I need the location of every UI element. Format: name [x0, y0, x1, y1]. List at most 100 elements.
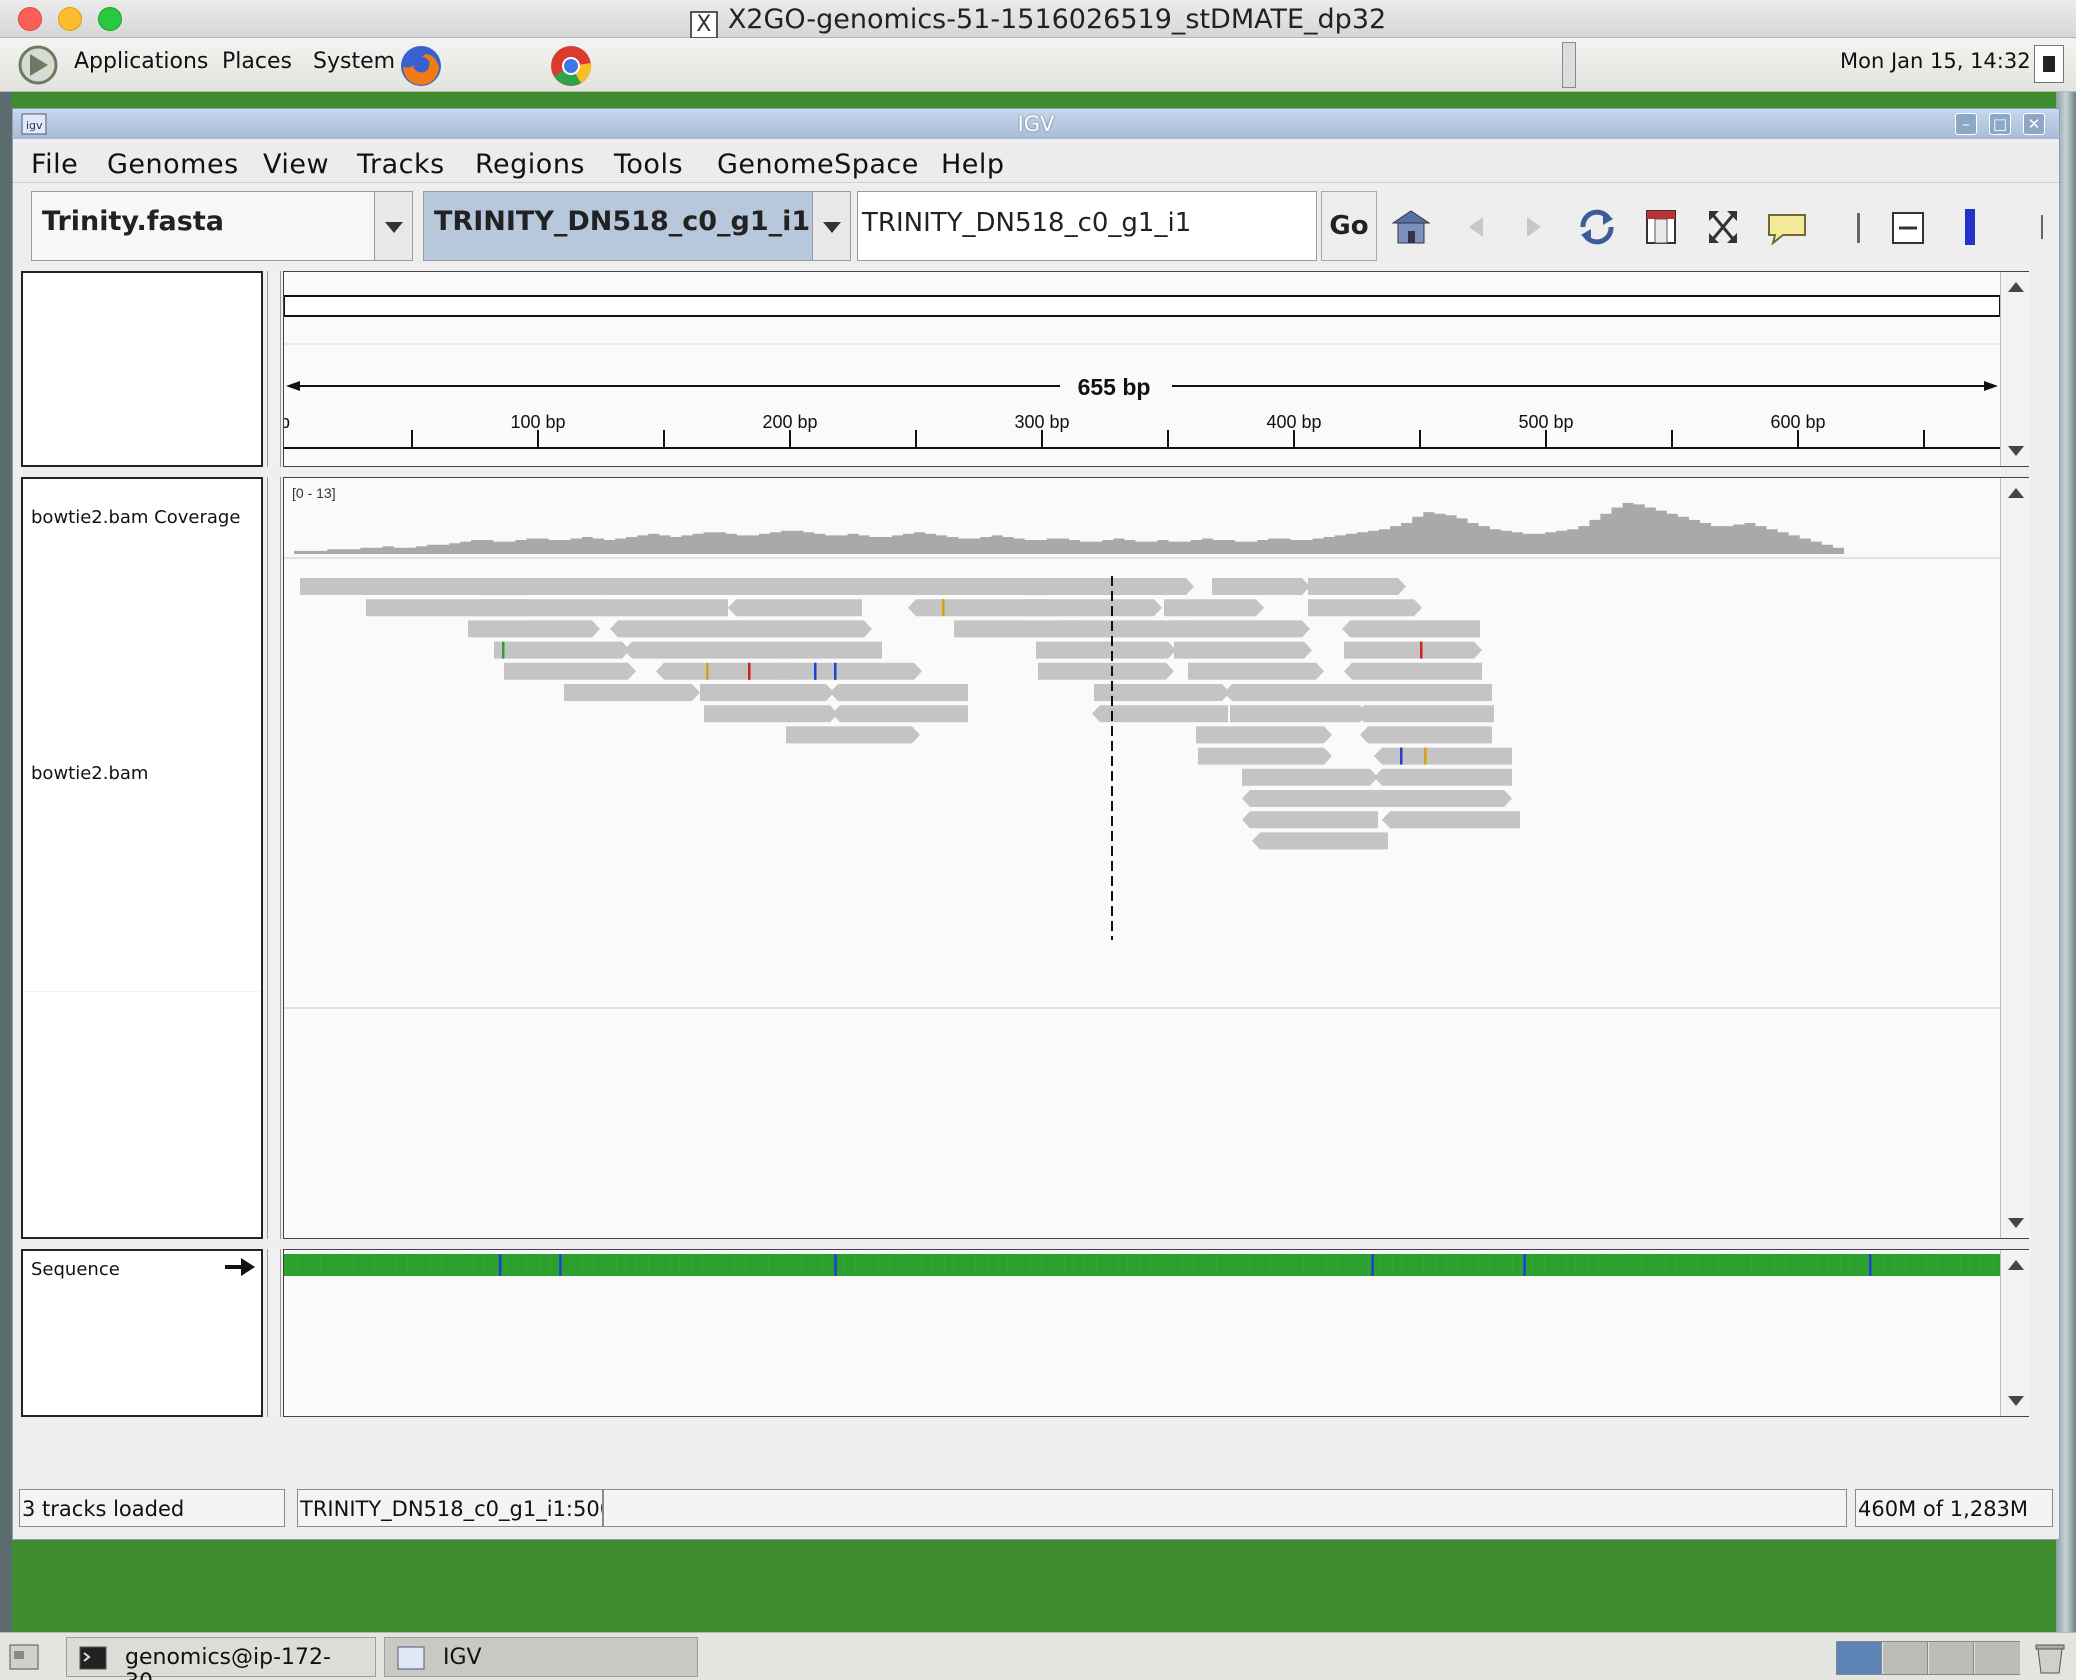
taskbar-item-terminal[interactable]: genomics@ip-172-30-...: [66, 1637, 376, 1680]
aligned-read[interactable]: [1212, 578, 1310, 595]
aligned-read[interactable]: [830, 684, 968, 701]
aligned-read[interactable]: [1230, 705, 1368, 723]
aligned-read[interactable]: [1038, 662, 1174, 680]
genome-dropdown[interactable]: Trinity.fasta: [31, 191, 413, 261]
aligned-read[interactable]: [1242, 811, 1378, 829]
resize-to-window-icon[interactable]: [1705, 207, 1741, 247]
aligned-read[interactable]: [1174, 641, 1312, 659]
aligned-read[interactable]: [1012, 578, 1194, 595]
aligned-read[interactable]: [1094, 684, 1230, 701]
workspace-4[interactable]: [1975, 1642, 2020, 1674]
chromosome-dropdown[interactable]: TRINITY_DN518_c0_g1_i1: [423, 191, 851, 261]
mismatch-base[interactable]: [1400, 747, 1403, 765]
workspace-2[interactable]: [1883, 1642, 1928, 1674]
system-menu[interactable]: System: [313, 49, 395, 74]
ruler-line-icon[interactable]: [1857, 213, 1860, 243]
mismatch-base[interactable]: [834, 662, 837, 680]
menu-view[interactable]: View: [263, 149, 329, 180]
aligned-read[interactable]: [1164, 599, 1264, 617]
sequence-track-name[interactable]: Sequence: [31, 1259, 120, 1280]
strand-arrow-icon[interactable]: [223, 1255, 257, 1279]
mismatch-base[interactable]: [502, 641, 505, 659]
panel-separator-handle[interactable]: [1562, 42, 1576, 88]
aligned-read[interactable]: [610, 620, 744, 638]
aligned-read[interactable]: [1344, 641, 1482, 659]
menu-regions[interactable]: Regions: [475, 149, 585, 180]
mismatch-base[interactable]: [748, 662, 751, 680]
panel-clock[interactable]: Mon Jan 15, 14:32: [1840, 49, 2031, 73]
scroll-up-icon[interactable]: [2008, 282, 2024, 292]
aligned-read[interactable]: [1354, 684, 1492, 701]
aligned-read[interactable]: [494, 641, 630, 659]
forward-arrow-icon[interactable]: [1519, 207, 1549, 247]
aligned-read[interactable]: [468, 620, 600, 638]
aligned-read[interactable]: [1374, 747, 1512, 765]
coverage-bars[interactable]: [294, 502, 1844, 554]
aligned-read[interactable]: [1374, 790, 1512, 807]
aligned-read[interactable]: [1024, 599, 1162, 617]
coverage-histogram[interactable]: [294, 502, 1844, 554]
chevron-down-icon[interactable]: [812, 192, 850, 260]
aligned-read[interactable]: [1198, 747, 1332, 765]
aligned-read[interactable]: [624, 641, 758, 659]
mismatch-base[interactable]: [706, 662, 709, 680]
aligned-read[interactable]: [1344, 662, 1482, 680]
trash-icon[interactable]: [2030, 1639, 2070, 1677]
aligned-read[interactable]: [1382, 811, 1520, 829]
chromosome-ideogram[interactable]: [284, 295, 2000, 317]
workspace-switcher[interactable]: [1836, 1641, 2020, 1675]
aligned-read[interactable]: [1242, 768, 1378, 786]
menu-help[interactable]: Help: [941, 149, 1005, 180]
aligned-read[interactable]: [1242, 790, 1378, 807]
go-button[interactable]: Go: [1321, 191, 1377, 261]
mismatch-base[interactable]: [1424, 747, 1427, 765]
menu-genomes[interactable]: Genomes: [107, 149, 239, 180]
aligned-read[interactable]: [1308, 578, 1406, 595]
aligned-read[interactable]: [1360, 726, 1492, 744]
aligned-read[interactable]: [1252, 832, 1388, 850]
menu-tracks[interactable]: Tracks: [357, 149, 445, 180]
places-menu[interactable]: Places: [222, 49, 292, 74]
firefox-icon[interactable]: [398, 43, 444, 89]
aligned-read[interactable]: [596, 599, 728, 617]
scroll-down-icon[interactable]: [2008, 446, 2024, 456]
mismatch-base[interactable]: [814, 662, 817, 680]
zoom-out-icon[interactable]: [1891, 207, 1927, 247]
roi-icon[interactable]: [1643, 207, 1679, 247]
scroll-down-icon[interactable]: [2008, 1396, 2024, 1406]
maximize-icon[interactable]: □: [1989, 113, 2011, 135]
alignment-scrollbar[interactable]: [2000, 478, 2030, 1238]
popup-info-icon[interactable]: [1765, 207, 1809, 247]
ruler-scrollbar[interactable]: [2000, 272, 2030, 466]
sequence-scrollbar[interactable]: [2000, 1250, 2030, 1416]
workspace-3[interactable]: [1929, 1642, 1974, 1674]
aligned-read[interactable]: [748, 641, 882, 659]
aligned-read[interactable]: [1342, 620, 1480, 638]
aligned-read[interactable]: [1224, 684, 1362, 701]
home-icon[interactable]: [1389, 207, 1433, 247]
status-memory[interactable]: 460M of 1,283M: [1855, 1489, 2053, 1527]
aligned-read[interactable]: [704, 705, 838, 723]
aligned-read[interactable]: [1176, 620, 1310, 638]
minimize-icon[interactable]: –: [1955, 113, 1977, 135]
aligned-read[interactable]: [700, 684, 834, 701]
aligned-read[interactable]: [1308, 599, 1422, 617]
back-arrow-icon[interactable]: [1461, 207, 1491, 247]
scroll-up-icon[interactable]: [2008, 488, 2024, 498]
aligned-read[interactable]: [1196, 726, 1332, 744]
alignment-track-name[interactable]: bowtie2.bam: [31, 763, 148, 784]
menu-tools[interactable]: Tools: [614, 149, 683, 180]
aligned-read[interactable]: [420, 578, 554, 595]
menu-file[interactable]: File: [31, 149, 78, 180]
zoom-slider-thumb[interactable]: [1965, 209, 1975, 245]
aligned-read[interactable]: [564, 684, 700, 701]
scroll-up-icon[interactable]: [2008, 1260, 2024, 1270]
scroll-down-icon[interactable]: [2008, 1218, 2024, 1228]
aligned-read[interactable]: [504, 662, 636, 680]
show-desktop-button[interactable]: [2034, 45, 2064, 83]
mismatch-base[interactable]: [1420, 641, 1423, 659]
aligned-read[interactable]: [656, 662, 790, 680]
show-desktop-icon[interactable]: [8, 1639, 42, 1675]
aligned-read[interactable]: [1374, 768, 1512, 786]
close-icon[interactable]: ✕: [2023, 113, 2045, 135]
